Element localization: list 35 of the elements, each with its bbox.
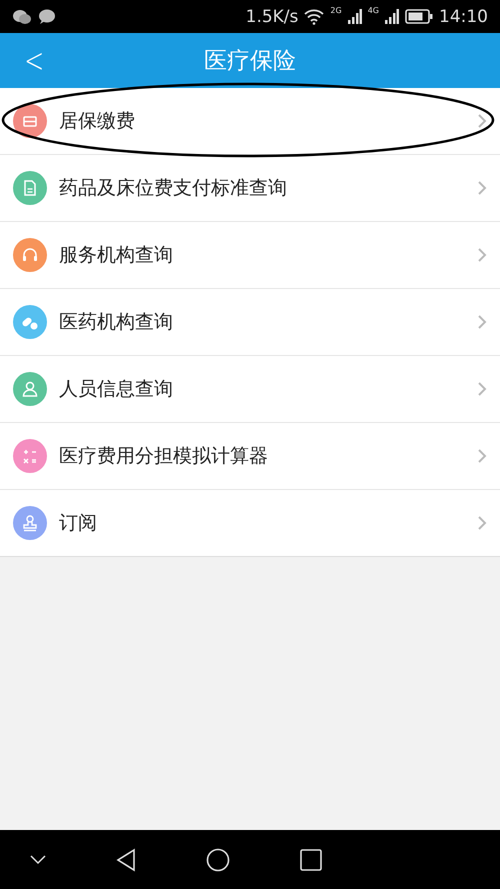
- clock: 14:10: [439, 6, 488, 26]
- menu-label: 医药机构查询: [59, 310, 174, 335]
- recent-apps-icon[interactable]: [300, 848, 322, 870]
- page-title: 医疗保险: [204, 47, 296, 76]
- chevron-icon: [477, 113, 487, 129]
- menu-label: 居保缴费: [59, 109, 136, 134]
- menu-label: 药品及床位费支付标准查询: [59, 176, 288, 201]
- signal-icon: [385, 9, 399, 24]
- signal-icon: [348, 9, 362, 24]
- menu-label: 订阅: [59, 511, 98, 536]
- home-icon[interactable]: [206, 848, 230, 872]
- menu-label: 服务机构查询: [59, 243, 174, 268]
- chat-icon: [38, 8, 56, 24]
- chevron-icon: [477, 381, 487, 397]
- chevron-icon: [477, 448, 487, 464]
- menu-item[interactable]: 药品及床位费支付标准查询: [0, 155, 500, 222]
- chevron-icon: [477, 247, 487, 263]
- menu-item[interactable]: 服务机构查询: [0, 222, 500, 289]
- back-icon[interactable]: [116, 848, 136, 872]
- network-type: 4G: [368, 6, 379, 15]
- menu-item[interactable]: 订阅: [0, 490, 500, 556]
- menu-item[interactable]: 人员信息查询: [0, 356, 500, 423]
- chevron-icon: [477, 515, 487, 531]
- menu-label: 医疗费用分担模拟计算器: [59, 444, 269, 469]
- menu-label: 人员信息查询: [59, 377, 174, 402]
- menu-item[interactable]: 医药机构查询: [0, 289, 500, 356]
- menu-item[interactable]: 医疗费用分担模拟计算器: [0, 423, 500, 490]
- network-speed: 1.5K/s: [246, 6, 298, 26]
- menu-item[interactable]: 居保缴费: [0, 88, 500, 155]
- battery-icon: [405, 9, 433, 24]
- chevron-icon: [477, 180, 487, 196]
- network-type: 2G: [330, 6, 342, 15]
- wifi-icon: [304, 8, 324, 24]
- collapse-icon[interactable]: [30, 854, 46, 864]
- chevron-icon: [477, 314, 487, 330]
